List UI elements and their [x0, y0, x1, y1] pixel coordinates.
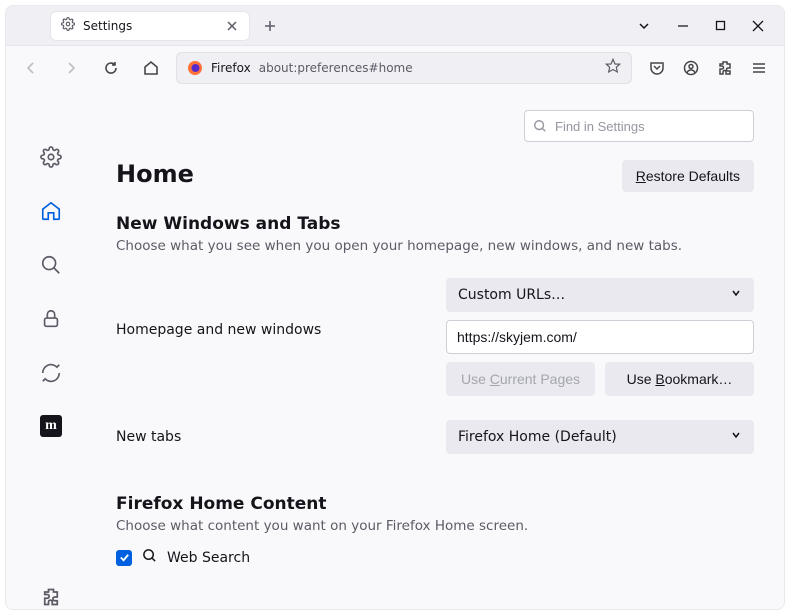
- section-heading-new-windows: New Windows and Tabs: [116, 214, 754, 234]
- minimize-button[interactable]: [677, 20, 689, 32]
- firefox-icon: [187, 60, 203, 76]
- sidebar-search[interactable]: [39, 253, 63, 277]
- websearch-label: Web Search: [167, 550, 250, 566]
- settings-main: Home Restore Defaults New Windows and Ta…: [96, 90, 784, 609]
- content-area: m Home Restore Defaults New Windows and …: [6, 90, 784, 609]
- newtabs-dropdown[interactable]: Firefox Home (Default): [446, 420, 754, 454]
- chevron-down-icon: [730, 429, 742, 445]
- account-button[interactable]: [676, 53, 706, 83]
- sidebar-more-mozilla[interactable]: m: [40, 415, 62, 437]
- identity-label: Firefox: [211, 61, 251, 75]
- browser-window: Settings Firefox about:preferences#home: [5, 5, 785, 610]
- dropdown-value: Custom URLs…: [458, 287, 565, 303]
- settings-search-input[interactable]: [524, 110, 754, 142]
- sidebar-sync[interactable]: [39, 361, 63, 385]
- section-sub-home-content: Choose what content you want on your Fir…: [116, 518, 754, 534]
- chevron-down-icon: [730, 287, 742, 303]
- homepage-label: Homepage and new windows: [116, 278, 426, 338]
- newtabs-label: New tabs: [116, 429, 426, 445]
- homepage-mode-dropdown[interactable]: Custom URLs…: [446, 278, 754, 312]
- tab-settings[interactable]: Settings: [50, 11, 250, 41]
- sidebar-general[interactable]: [39, 145, 63, 169]
- maximize-button[interactable]: [715, 20, 726, 31]
- websearch-checkbox[interactable]: [116, 550, 132, 566]
- close-button[interactable]: [752, 20, 764, 32]
- restore-defaults-button[interactable]: Restore Defaults: [622, 160, 754, 192]
- address-bar[interactable]: Firefox about:preferences#home: [176, 52, 632, 84]
- section-sub-new-windows: Choose what you see when you open your h…: [116, 238, 754, 254]
- gear-icon: [61, 17, 75, 35]
- page-title: Home: [116, 160, 194, 188]
- tab-bar: Settings: [6, 6, 784, 46]
- extensions-button[interactable]: [710, 53, 740, 83]
- sidebar-privacy[interactable]: [39, 307, 63, 331]
- forward-button[interactable]: [56, 53, 86, 83]
- sidebar-home[interactable]: [39, 199, 63, 223]
- homepage-url-input[interactable]: [446, 320, 754, 354]
- dropdown-value: Firefox Home (Default): [458, 429, 617, 445]
- navigation-toolbar: Firefox about:preferences#home: [6, 46, 784, 90]
- url-text: about:preferences#home: [259, 61, 597, 75]
- home-button[interactable]: [136, 53, 166, 83]
- app-menu-button[interactable]: [744, 53, 774, 83]
- chevron-down-icon[interactable]: [637, 19, 651, 33]
- reload-button[interactable]: [96, 53, 126, 83]
- close-icon[interactable]: [225, 19, 239, 33]
- tab-title: Settings: [83, 19, 217, 33]
- search-icon: [142, 548, 157, 567]
- window-controls: [637, 19, 784, 33]
- back-button[interactable]: [16, 53, 46, 83]
- settings-sidebar: m: [6, 90, 96, 609]
- new-tab-button[interactable]: [258, 14, 282, 38]
- sidebar-extensions[interactable]: [39, 585, 63, 609]
- pocket-button[interactable]: [642, 53, 672, 83]
- bookmark-star-icon[interactable]: [605, 58, 621, 78]
- use-bookmark-button[interactable]: Use Bookmark…: [605, 362, 754, 396]
- use-current-pages-button[interactable]: Use Current Pages: [446, 362, 595, 396]
- section-heading-home-content: Firefox Home Content: [116, 494, 754, 514]
